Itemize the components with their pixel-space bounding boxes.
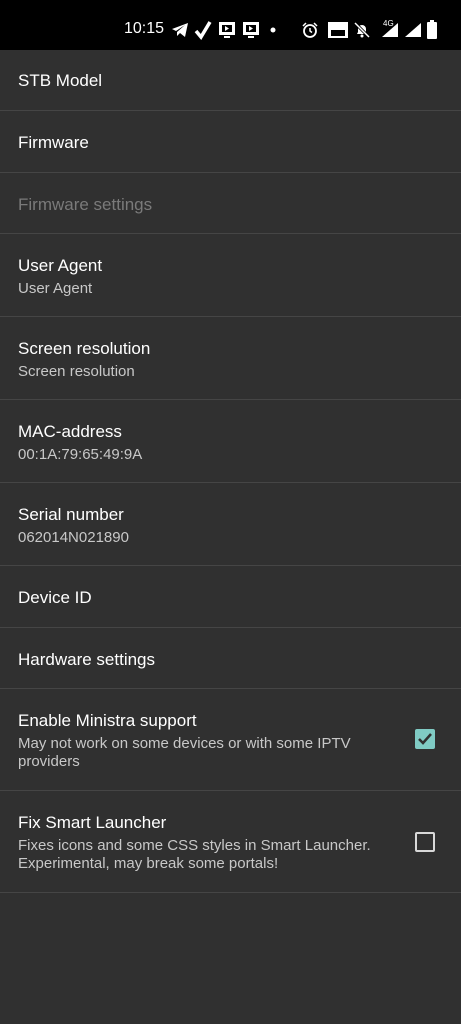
pref-title: Hardware settings	[18, 650, 156, 669]
alarm-icon	[302, 22, 318, 38]
pref-serial-number[interactable]: Serial number 062014N021890	[0, 483, 461, 566]
check-icon	[194, 21, 212, 40]
status-time: 10:15	[124, 20, 165, 37]
pref-title: User Agent	[18, 256, 103, 275]
pref-summary: 062014N021890	[18, 529, 129, 546]
telegram-icon	[172, 23, 188, 37]
pref-title: Device ID	[18, 588, 92, 607]
pref-stb-model[interactable]: STB Model	[0, 50, 461, 111]
pref-title: Firmware	[18, 133, 89, 152]
ministra-checkbox[interactable]	[415, 729, 435, 749]
smart-launcher-checkbox[interactable]	[415, 832, 435, 852]
checkmark-icon	[418, 733, 432, 745]
pref-summary: Fixes icons and some CSS styles in Smart…	[18, 837, 371, 872]
pref-title: Screen resolution	[18, 339, 151, 358]
signal-icon	[405, 23, 421, 37]
pref-title: Serial number	[18, 505, 124, 524]
pref-screen-resolution[interactable]: Screen resolution Screen resolution	[0, 317, 461, 400]
pref-hardware-settings[interactable]: Hardware settings	[0, 628, 461, 689]
settings-list: STB Model Firmware Firmware settings Use…	[0, 50, 461, 893]
status-bar: 10:15 4G	[0, 0, 461, 50]
pref-user-agent[interactable]: User Agent User Agent	[0, 234, 461, 317]
pref-title: Enable Ministra support	[18, 711, 197, 730]
signal-4g-icon	[382, 23, 398, 37]
pref-firmware[interactable]: Firmware	[0, 111, 461, 173]
battery-icon	[427, 20, 437, 39]
volte-icon	[328, 22, 348, 38]
cast-icon-2	[243, 22, 259, 38]
pref-summary: User Agent	[18, 280, 93, 297]
pref-enable-ministra[interactable]: Enable Ministra support May not work on …	[0, 689, 461, 791]
pref-summary: Screen resolution	[18, 363, 135, 380]
cast-icon	[219, 22, 235, 38]
bell-off-icon	[354, 22, 370, 38]
pref-summary: May not work on some devices or with som…	[18, 735, 351, 770]
pref-device-id[interactable]: Device ID	[0, 566, 461, 628]
pref-fix-smart-launcher[interactable]: Fix Smart Launcher Fixes icons and some …	[0, 791, 461, 893]
pref-title: Firmware settings	[18, 195, 153, 214]
pref-title: Fix Smart Launcher	[18, 813, 167, 832]
pref-mac-address[interactable]: MAC-address 00:1A:79:65:49:9A	[0, 400, 461, 483]
pref-summary: 00:1A:79:65:49:9A	[18, 446, 143, 463]
pref-title: STB Model	[18, 71, 103, 90]
pref-firmware-settings: Firmware settings	[0, 173, 461, 234]
pref-title: MAC-address	[18, 422, 122, 441]
dot-icon	[270, 27, 276, 33]
